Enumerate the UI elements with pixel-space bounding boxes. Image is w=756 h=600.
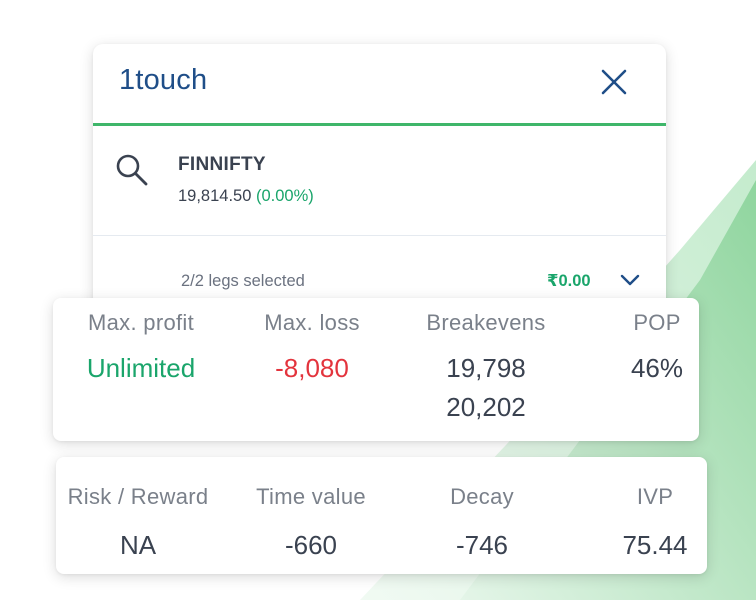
stat-breakevens: Breakevens 19,798 20,202 bbox=[406, 310, 566, 427]
chevron-down-icon[interactable] bbox=[619, 272, 641, 288]
stat-value: 19,798 bbox=[446, 353, 526, 383]
stat-value: 46% bbox=[630, 353, 684, 383]
stat-time-value: Time value -660 bbox=[236, 484, 386, 565]
stat-max-profit: Max. profit Unlimited bbox=[66, 310, 216, 388]
stat-max-loss: Max. loss -8,080 bbox=[237, 310, 387, 388]
app-title: 1touch bbox=[119, 64, 208, 96]
instrument-price-line: 19,814.50 (0.00%) bbox=[178, 187, 314, 206]
stat-value: 20,202 bbox=[446, 392, 526, 422]
legs-selected-text: 2/2 legs selected bbox=[181, 272, 305, 290]
stat-value: Unlimited bbox=[86, 353, 196, 383]
stat-label: Max. loss bbox=[264, 310, 360, 335]
stat-label: Decay bbox=[450, 484, 514, 509]
close-icon bbox=[601, 69, 627, 95]
stat-risk-reward: Risk / Reward NA bbox=[56, 484, 220, 565]
strategy-panel: 1touch FINNIFTY 19,814.50 (0.00%) 2/2 le… bbox=[93, 44, 666, 324]
instrument-price: 19,814.50 bbox=[178, 187, 252, 205]
panel-header: 1touch bbox=[93, 44, 666, 126]
instrument-search[interactable]: FINNIFTY 19,814.50 (0.00%) bbox=[93, 126, 666, 236]
search-icon[interactable] bbox=[115, 153, 149, 187]
stat-label: Max. profit bbox=[88, 310, 194, 335]
close-button[interactable] bbox=[598, 66, 630, 98]
stat-decay: Decay -746 bbox=[407, 484, 557, 565]
stat-ivp: IVP 75.44 bbox=[602, 484, 708, 565]
stats-card-primary: Max. profit Unlimited Max. loss -8,080 B… bbox=[53, 298, 699, 441]
stat-label: Time value bbox=[256, 484, 366, 509]
stat-pop: POP 46% bbox=[607, 310, 707, 388]
stat-label: POP bbox=[633, 310, 681, 335]
legs-amount: ₹0.00 bbox=[547, 272, 591, 290]
stat-value: -660 bbox=[284, 530, 338, 560]
instrument-change: (0.00%) bbox=[256, 187, 314, 205]
stat-value: NA bbox=[119, 530, 157, 560]
instrument-symbol: FINNIFTY bbox=[178, 154, 266, 175]
stat-value: -8,080 bbox=[275, 353, 349, 383]
stat-value: 75.44 bbox=[622, 530, 688, 560]
stat-value: -746 bbox=[455, 530, 509, 560]
stat-label: Breakevens bbox=[426, 310, 546, 335]
stats-card-secondary: Risk / Reward NA Time value -660 Decay -… bbox=[56, 457, 707, 574]
stat-label: IVP bbox=[636, 484, 674, 509]
stat-label: Risk / Reward bbox=[67, 484, 209, 509]
